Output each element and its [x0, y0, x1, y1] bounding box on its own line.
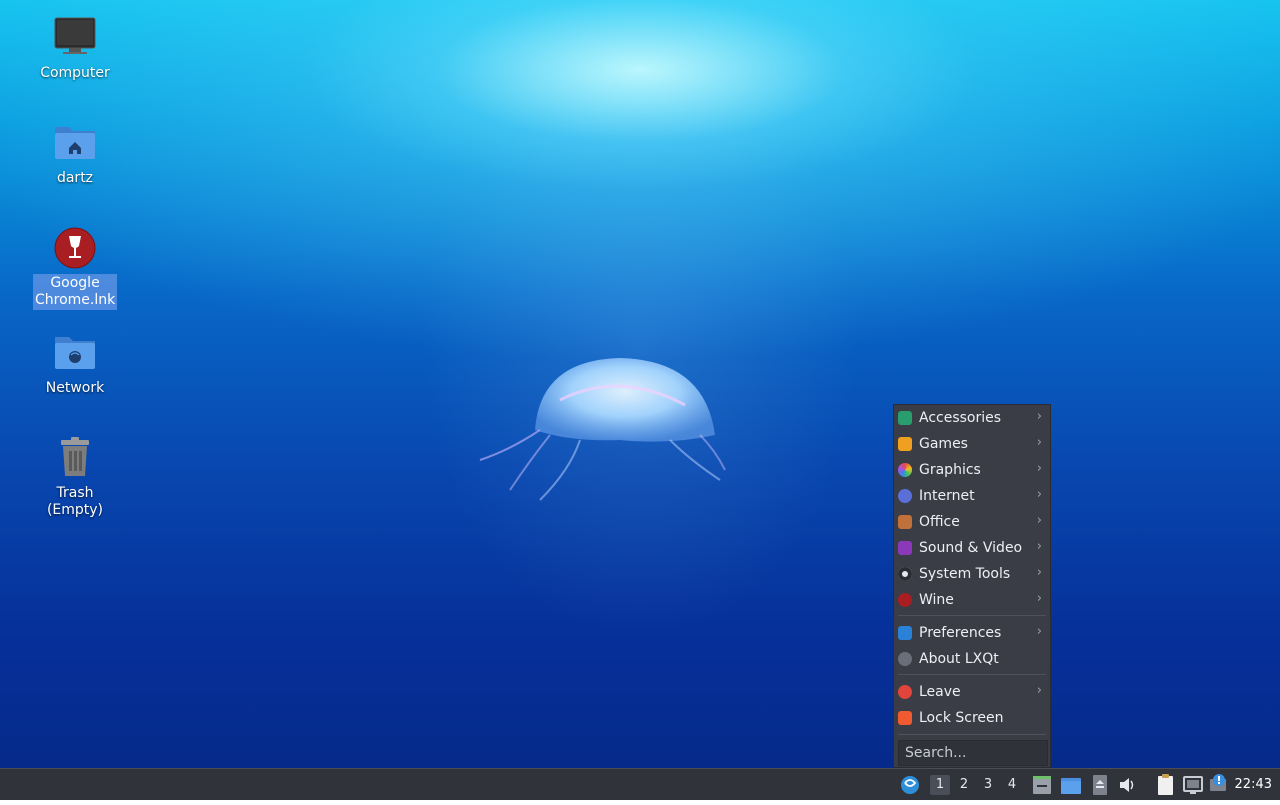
- accessories-icon: [898, 411, 912, 425]
- taskbar: 1 2 3 4 22:43: [0, 768, 1280, 800]
- menu-item-preferences[interactable]: Preferences ›: [894, 621, 1050, 645]
- desktop-icon-network[interactable]: Network: [33, 331, 117, 398]
- menu-separator: [898, 615, 1046, 616]
- lxqt-logo-icon: [901, 776, 919, 794]
- desktop-icon-google-chrome[interactable]: Google Chrome.lnk: [33, 226, 117, 310]
- eject-icon: [1093, 775, 1107, 795]
- desktop-icon-computer[interactable]: Computer: [33, 16, 117, 83]
- chevron-right-icon: ›: [1036, 513, 1042, 528]
- desktop-icon-home[interactable]: dartz: [33, 121, 117, 188]
- network-folder-icon: [53, 331, 97, 375]
- info-icon: [898, 652, 912, 666]
- chevron-right-icon: ›: [1036, 565, 1042, 580]
- menu-item-label: Lock Screen: [919, 710, 1004, 726]
- chevron-right-icon: ›: [1036, 539, 1042, 554]
- menu-item-label: Office: [919, 514, 960, 530]
- desktop-icon-label: Computer: [40, 65, 110, 81]
- application-menu: Accessories › Games › Graphics › Interne…: [893, 404, 1051, 768]
- desktop-icon-label: dartz: [56, 170, 94, 186]
- menu-item-label: Sound & Video: [919, 540, 1023, 556]
- sound-video-icon: [898, 541, 912, 555]
- clipboard-icon: [1158, 774, 1173, 795]
- desktop-icon-label: Google Chrome.lnk: [33, 274, 117, 310]
- graphics-icon: [898, 463, 912, 477]
- workspace-2-button[interactable]: 2: [954, 775, 974, 795]
- menu-item-label: About LXQt: [919, 651, 999, 667]
- chevron-right-icon: ›: [1036, 624, 1042, 639]
- preferences-icon: [898, 626, 912, 640]
- chevron-right-icon: ›: [1036, 409, 1042, 424]
- menu-separator: [898, 734, 1046, 735]
- internet-icon: [898, 489, 912, 503]
- menu-item-label: Accessories: [919, 410, 1002, 426]
- system-tools-icon: [898, 567, 912, 581]
- menu-item-office[interactable]: Office ›: [894, 510, 1050, 534]
- workspace-4-button[interactable]: 4: [1002, 775, 1022, 795]
- games-icon: [898, 437, 912, 451]
- clock[interactable]: 22:43: [1235, 777, 1272, 792]
- chevron-right-icon: ›: [1036, 435, 1042, 450]
- desktop[interactable]: Computer dartz Google Chrome.lnk Network…: [0, 0, 1280, 768]
- updates-tray-button[interactable]: [1208, 769, 1230, 801]
- menu-item-label: Leave: [919, 684, 961, 700]
- show-desktop-icon: [1033, 776, 1051, 794]
- chevron-right-icon: ›: [1036, 683, 1042, 698]
- start-menu-button[interactable]: [899, 769, 921, 801]
- update-notification-icon: [1210, 774, 1226, 791]
- menu-item-system-tools[interactable]: System Tools ›: [894, 562, 1050, 586]
- wine-icon: [898, 593, 912, 607]
- menu-item-label: Games: [919, 436, 968, 452]
- lock-icon: [898, 711, 912, 725]
- jellyfish-wallpaper: [470, 350, 730, 520]
- menu-item-sound-video[interactable]: Sound & Video ›: [894, 536, 1050, 560]
- menu-item-internet[interactable]: Internet ›: [894, 484, 1050, 508]
- menu-item-accessories[interactable]: Accessories ›: [894, 406, 1050, 430]
- menu-item-label: Preferences: [919, 625, 1002, 641]
- wine-shortcut-icon: [53, 226, 97, 270]
- menu-item-graphics[interactable]: Graphics ›: [894, 458, 1050, 482]
- speaker-icon: [1120, 778, 1134, 792]
- office-icon: [898, 515, 912, 529]
- network-tray-button[interactable]: [1182, 769, 1204, 801]
- workspace-1-button[interactable]: 1: [930, 775, 950, 795]
- file-manager-button[interactable]: [1060, 769, 1082, 801]
- desktop-icon-label: Trash (Empty): [46, 485, 104, 518]
- workspace-3-button[interactable]: 3: [978, 775, 998, 795]
- menu-item-leave[interactable]: Leave ›: [894, 680, 1050, 704]
- trash-icon: [53, 436, 97, 480]
- home-folder-icon: [53, 121, 97, 165]
- desktop-icon-label: Network: [45, 380, 105, 396]
- clipboard-tray-button[interactable]: [1155, 769, 1177, 801]
- menu-item-label: Internet: [919, 488, 975, 504]
- computer-icon: [53, 16, 97, 60]
- menu-item-label: Wine: [919, 592, 954, 608]
- menu-item-wine[interactable]: Wine ›: [894, 588, 1050, 612]
- menu-item-games[interactable]: Games ›: [894, 432, 1050, 456]
- chevron-right-icon: ›: [1036, 487, 1042, 502]
- chevron-right-icon: ›: [1036, 591, 1042, 606]
- show-desktop-button[interactable]: [1031, 769, 1053, 801]
- menu-separator: [898, 674, 1046, 675]
- menu-search-input[interactable]: Search...: [898, 740, 1048, 766]
- removable-media-button[interactable]: [1090, 769, 1110, 801]
- volume-button[interactable]: [1117, 769, 1137, 801]
- menu-item-label: Graphics: [919, 462, 981, 478]
- folder-icon: [1061, 778, 1081, 794]
- menu-item-lock-screen[interactable]: Lock Screen: [894, 706, 1050, 730]
- menu-item-about-lxqt[interactable]: About LXQt: [894, 647, 1050, 671]
- menu-item-label: System Tools: [919, 566, 1011, 582]
- desktop-icon-trash[interactable]: Trash (Empty): [33, 436, 117, 520]
- network-icon: [1183, 776, 1203, 794]
- power-icon: [898, 685, 912, 699]
- chevron-right-icon: ›: [1036, 461, 1042, 476]
